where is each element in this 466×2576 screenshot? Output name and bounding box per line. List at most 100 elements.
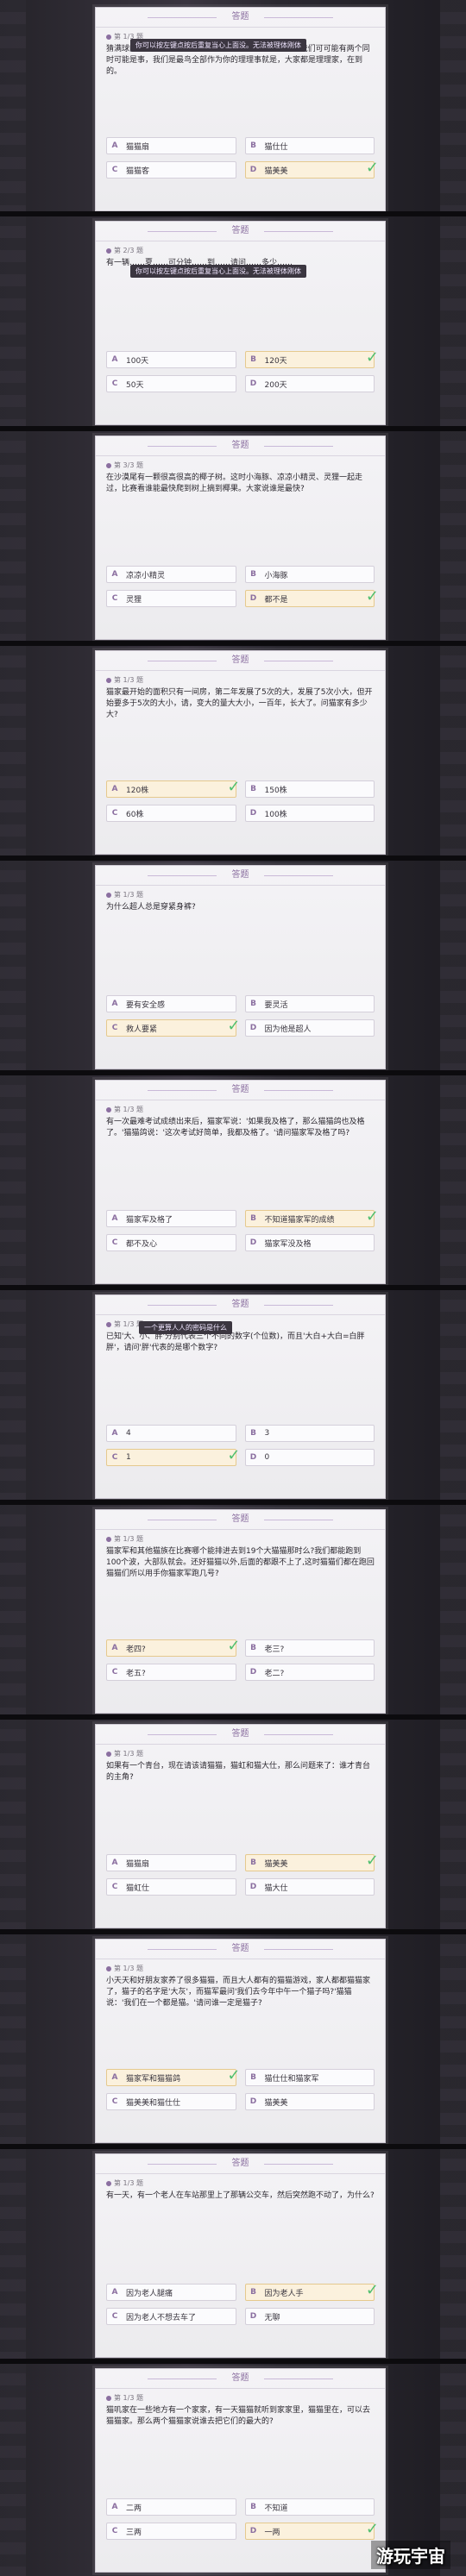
answer-option-a[interactable]: A 二两 xyxy=(106,2498,236,2516)
option-text: 猫家军没及格 xyxy=(264,1239,312,1249)
answer-option-a[interactable]: A 100天 xyxy=(106,351,236,368)
answer-option-a[interactable]: A 老四? ✓ xyxy=(106,1637,241,1657)
answer-option-a[interactable]: A 120株 ✓ xyxy=(106,778,241,798)
answer-option-c[interactable]: C 救人要紧 ✓ xyxy=(106,1017,241,1037)
checkmark-icon: ✓ xyxy=(227,1017,241,1035)
separator xyxy=(0,426,466,431)
option-text: 因为老人手 xyxy=(264,2289,304,2298)
site-watermark: 游玩宇宙 xyxy=(371,2541,450,2569)
separator xyxy=(0,211,466,216)
answer-option-d[interactable]: D 都不是 ✓ xyxy=(244,587,379,607)
answer-option-c[interactable]: C 因为老人不想去车了 xyxy=(106,2308,236,2325)
separator xyxy=(0,641,466,646)
option-text: 猫家军及格了 xyxy=(126,1215,173,1225)
option-text: 猫美美 xyxy=(264,166,288,176)
checkmark-icon: ✓ xyxy=(227,778,241,796)
quiz-card: 答题第 1/3 题为什么超人总是穿紧身裤? A 要有安全感 B 要灵活 C 救人要紧 ✓ D 因为… xyxy=(95,865,386,1069)
chat-sidebar xyxy=(0,1288,26,1502)
answer-option-d[interactable]: D 200天 xyxy=(244,375,375,392)
answer-options: A 猫家军及格了 B 不知道猫家军的成绩 ✓ C 都不及心 D 猫家军没及格 xyxy=(106,1207,379,1251)
answer-option-a[interactable]: A 凉凉小精灵 xyxy=(106,566,236,583)
answer-option-c[interactable]: C 猫美美和猫仕仕 xyxy=(106,2093,236,2110)
answer-option-c[interactable]: C 三两 xyxy=(106,2523,236,2540)
bullet-icon xyxy=(106,1106,111,1113)
answer-option-c[interactable]: C 猫猫客 xyxy=(106,161,236,179)
quiz-card: 答题第 1/3 题猜满球的鸽鸽人辅中了。那你来快了到人A的30大夏了。我们可可能… xyxy=(95,7,386,211)
quiz-card: 答题第 1/3 题已知'大、小、胖'分别代表三个不同的数字(个位数)，而且'大白… xyxy=(95,1294,386,1499)
answer-option-d[interactable]: D0 xyxy=(244,1449,375,1466)
quiz-header: 答题 xyxy=(96,2154,385,2174)
question-number: 第 1/3 题 xyxy=(106,2393,143,2403)
question-text: 有一次最难考试成绩出来后，猫家军说：'如果我及格了，那么猫猫鸽也及格了。'猫猫鸽… xyxy=(106,1118,365,1138)
answer-option-d[interactable]: D 猫美美 xyxy=(244,2093,375,2110)
option-letter: A xyxy=(111,355,118,364)
answer-option-b[interactable]: B 老三? xyxy=(244,1639,375,1657)
answer-option-c[interactable]: C 灵狸 xyxy=(106,590,236,607)
bullet-icon xyxy=(106,462,111,468)
option-letter: A xyxy=(111,2503,118,2511)
answer-option-d[interactable]: D 老二? xyxy=(244,1664,375,1681)
checkmark-icon: ✓ xyxy=(365,1207,379,1225)
answer-option-b[interactable]: B 150株 xyxy=(244,780,375,798)
answer-option-b[interactable]: B 猫仕仕 xyxy=(244,137,375,154)
answer-option-c[interactable]: C 老五? xyxy=(106,1664,236,1681)
quiz-card: 答题第 2/3 题有一辆……夏……可分钟……到……请问……多少…… 你可以按左键点… xyxy=(95,221,386,425)
side-panel xyxy=(440,858,466,1073)
answer-option-a[interactable]: A 猫猫扇 xyxy=(106,137,236,154)
answer-option-d[interactable]: D 猫大仕 xyxy=(244,1878,375,1896)
side-panel xyxy=(440,1717,466,1932)
option-letter: B xyxy=(250,1214,256,1223)
quiz-card: 答题第 1/3 题小天天和好朋友家养了很多猫猫，而且大人都有的猫猫游戏，家人都都… xyxy=(95,1939,386,2143)
answer-option-a[interactable]: A 猫猫扇 xyxy=(106,1854,236,1871)
answer-option-c[interactable]: C 50天 xyxy=(106,375,236,392)
answer-option-d[interactable]: D 无聊 xyxy=(244,2308,375,2325)
option-text: 不知道猫家军的成绩 xyxy=(264,1215,335,1225)
answer-option-d[interactable]: D 100株 xyxy=(244,805,375,822)
answer-option-c[interactable]: C 60株 xyxy=(106,805,236,822)
answer-option-d[interactable]: D 猫美美 ✓ xyxy=(244,159,379,179)
answer-option-a[interactable]: A 猫家军和猫猫鸽 ✓ xyxy=(106,2066,241,2086)
option-text: 0 xyxy=(264,1453,270,1462)
option-letter: D xyxy=(249,2312,257,2321)
answer-option-a[interactable]: A 猫家军及格了 xyxy=(106,1210,236,1227)
answer-option-b[interactable]: B 猫美美 ✓ xyxy=(244,1852,379,1871)
chat-sidebar xyxy=(0,429,26,643)
answer-option-b[interactable]: B3 xyxy=(244,1425,375,1442)
answer-option-a[interactable]: A 因为老人腿痛 xyxy=(106,2284,236,2301)
bullet-icon xyxy=(106,892,111,898)
answer-option-a[interactable]: A4 xyxy=(106,1425,236,1442)
question-text: 为什么超人总是穿紧身裤? xyxy=(106,903,196,912)
answer-option-d[interactable]: D 因为他是超人 xyxy=(244,1019,375,1037)
answer-option-b[interactable]: B 要灵活 xyxy=(244,995,375,1012)
option-letter: A xyxy=(111,1000,118,1008)
answer-option-c[interactable]: C 猫虹仕 xyxy=(106,1878,236,1896)
option-text: 因为他是超人 xyxy=(264,1025,312,1034)
chat-sidebar xyxy=(0,858,26,1073)
option-letter: B xyxy=(250,2288,256,2297)
option-text: 不知道 xyxy=(264,2504,288,2513)
answer-option-c[interactable]: C 1 ✓ xyxy=(106,1446,241,1466)
option-text: 二两 xyxy=(126,2504,142,2513)
answer-option-b[interactable]: B 不知道 xyxy=(244,2498,375,2516)
answer-option-b[interactable]: B 不知道猫家军的成绩 ✓ xyxy=(244,1207,379,1227)
quiz-card: 答题第 1/3 题有一次最难考试成绩出来后，猫家军说：'如果我及格了，那么猫猫鸽… xyxy=(95,1080,386,1284)
answer-option-b[interactable]: B 120天 ✓ xyxy=(244,348,379,368)
answer-option-b[interactable]: B 因为老人手 ✓ xyxy=(244,2281,379,2301)
side-panel xyxy=(440,429,466,643)
answer-option-b[interactable]: B 小海豚 xyxy=(244,566,375,583)
question-number: 第 1/3 题 xyxy=(106,2178,143,2188)
answer-option-b[interactable]: B 猫仕仕和猫家军 xyxy=(244,2069,375,2086)
option-text: 老二? xyxy=(264,1669,285,1678)
checkmark-icon: ✓ xyxy=(227,1446,241,1464)
answer-option-c[interactable]: C 都不及心 xyxy=(106,1234,236,1251)
quiz-header: 答题 xyxy=(96,1940,385,1959)
answer-option-d[interactable]: D 猫家军没及格 xyxy=(244,1234,375,1251)
bullet-icon xyxy=(106,248,111,254)
quiz-header: 答题 xyxy=(96,8,385,28)
question-text: 小天天和好朋友家养了很多猫猫，而且大人都有的猫猫游戏，家人都都猫猫家了，猫子的名… xyxy=(106,1977,371,2008)
chat-sidebar xyxy=(0,643,26,858)
option-text: 猫仕仕和猫家军 xyxy=(264,2074,319,2084)
answer-option-d[interactable]: D 一两 ✓ xyxy=(244,2520,379,2540)
answer-options: A 要有安全感 B 要灵活 C 救人要紧 ✓ D 因为他是超人 xyxy=(106,995,375,1037)
answer-option-a[interactable]: A 要有安全感 xyxy=(106,995,236,1012)
